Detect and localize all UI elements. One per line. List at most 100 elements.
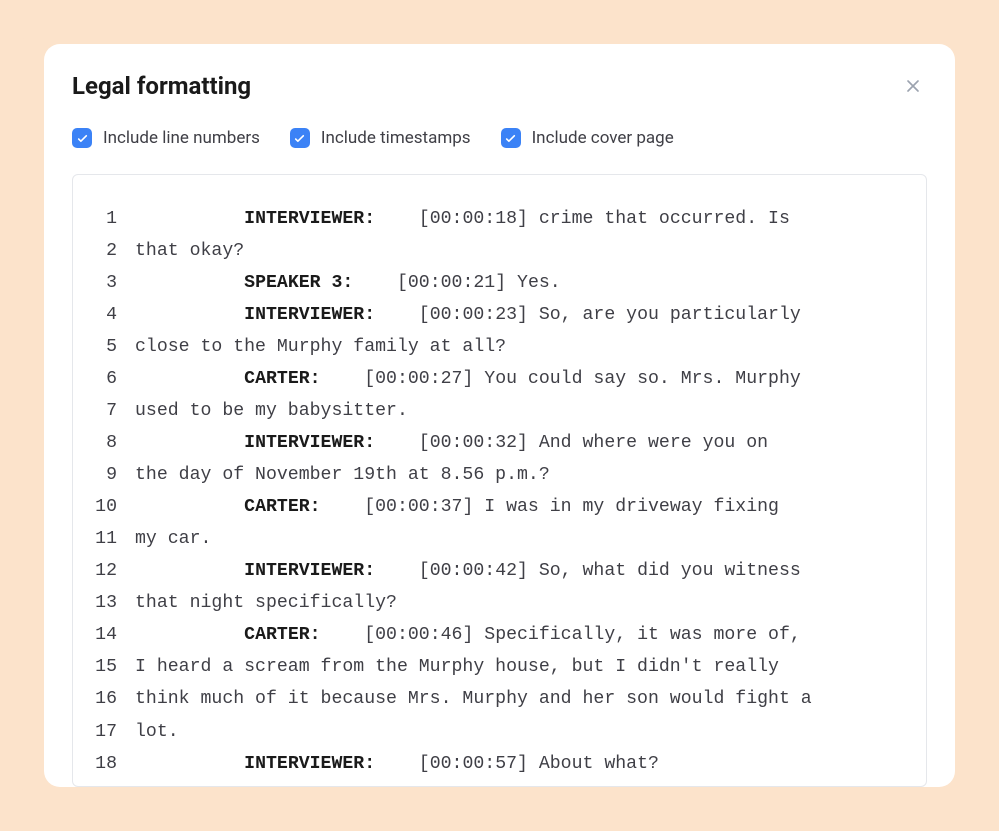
transcript-line: 16think much of it because Mrs. Murphy a… <box>93 683 906 715</box>
line-content: close to the Murphy family at all? <box>135 331 906 363</box>
speaker-name: INTERVIEWER: <box>244 433 375 453</box>
checkbox-include-timestamps[interactable]: Include timestamps <box>290 128 471 148</box>
speaker-name: INTERVIEWER: <box>244 209 375 229</box>
transcript-line: 9the day of November 19th at 8.56 p.m.? <box>93 459 906 491</box>
checkbox-box <box>290 128 310 148</box>
line-text: [00:00:27] You could say so. Mrs. Murphy <box>321 369 801 389</box>
line-number: 12 <box>93 555 135 587</box>
transcript-line: 13that night specifically? <box>93 587 906 619</box>
line-text: [00:00:57] About what? <box>375 754 659 774</box>
line-text: [00:00:23] So, are you particularly <box>375 305 801 325</box>
line-text: [00:00:37] I was in my driveway fixing <box>321 497 779 517</box>
line-text: [00:00:18] crime that occurred. Is <box>375 209 790 229</box>
line-number: 6 <box>93 363 135 395</box>
line-content: INTERVIEWER: [00:00:42] So, what did you… <box>135 555 906 587</box>
speaker-name: INTERVIEWER: <box>244 754 375 774</box>
transcript-line: 4 INTERVIEWER: [00:00:23] So, are you pa… <box>93 299 906 331</box>
speaker-name: INTERVIEWER: <box>244 561 375 581</box>
options-row: Include line numbers Include timestamps … <box>72 128 927 148</box>
checkbox-box <box>501 128 521 148</box>
close-icon <box>903 76 923 96</box>
check-icon <box>504 132 517 145</box>
line-content: the day of November 19th at 8.56 p.m.? <box>135 459 906 491</box>
line-number: 11 <box>93 523 135 555</box>
line-text: that okay? <box>135 241 244 261</box>
check-icon <box>293 132 306 145</box>
line-number: 5 <box>93 331 135 363</box>
checkbox-box <box>72 128 92 148</box>
transcript-line: 2that okay? <box>93 235 906 267</box>
checkbox-include-line-numbers[interactable]: Include line numbers <box>72 128 260 148</box>
transcript-line: 11my car. <box>93 523 906 555</box>
transcript-line: 6 CARTER: [00:00:27] You could say so. M… <box>93 363 906 395</box>
line-number: 2 <box>93 235 135 267</box>
transcript-line: 18 INTERVIEWER: [00:00:57] About what? <box>93 748 906 780</box>
checkbox-label: Include cover page <box>532 128 674 148</box>
speaker-name: CARTER: <box>244 369 320 389</box>
line-content: I heard a scream from the Murphy house, … <box>135 651 906 683</box>
line-content: CARTER: [00:00:27] You could say so. Mrs… <box>135 363 906 395</box>
line-text: the day of November 19th at 8.56 p.m.? <box>135 465 550 485</box>
legal-formatting-card: Legal formatting Include line numbers In… <box>44 44 955 787</box>
line-content: my car. <box>135 523 906 555</box>
speaker-name: CARTER: <box>244 497 320 517</box>
line-number: 4 <box>93 299 135 331</box>
transcript-line: 5close to the Murphy family at all? <box>93 331 906 363</box>
line-text: my car. <box>135 529 211 549</box>
line-content: CARTER: [00:00:46] Specifically, it was … <box>135 619 906 651</box>
checkbox-label: Include line numbers <box>103 128 260 148</box>
line-number: 7 <box>93 395 135 427</box>
line-text: [00:00:46] Specifically, it was more of, <box>321 625 801 645</box>
checkbox-include-cover-page[interactable]: Include cover page <box>501 128 674 148</box>
line-text: I heard a scream from the Murphy house, … <box>135 657 779 677</box>
line-text: think much of it because Mrs. Murphy and… <box>135 689 812 709</box>
transcript-line: 1 INTERVIEWER: [00:00:18] crime that occ… <box>93 203 906 235</box>
line-number: 1 <box>93 203 135 235</box>
outer-wrapper: Legal formatting Include line numbers In… <box>22 22 977 809</box>
transcript-line: 3 SPEAKER 3: [00:00:21] Yes. <box>93 267 906 299</box>
speaker-name: INTERVIEWER: <box>244 305 375 325</box>
line-number: 14 <box>93 619 135 651</box>
transcript-line: 7used to be my babysitter. <box>93 395 906 427</box>
line-number: 13 <box>93 587 135 619</box>
line-number: 3 <box>93 267 135 299</box>
line-text: [00:00:42] So, what did you witness <box>375 561 801 581</box>
checkbox-label: Include timestamps <box>321 128 471 148</box>
line-text: that night specifically? <box>135 593 397 613</box>
page-title: Legal formatting <box>72 72 251 100</box>
transcript-line: 10 CARTER: [00:00:37] I was in my drivew… <box>93 491 906 523</box>
speaker-name: CARTER: <box>244 625 320 645</box>
transcript-line: 14 CARTER: [00:00:46] Specifically, it w… <box>93 619 906 651</box>
line-number: 10 <box>93 491 135 523</box>
line-text: used to be my babysitter. <box>135 401 408 421</box>
line-text: lot. <box>135 722 179 742</box>
line-content: INTERVIEWER: [00:00:57] About what? <box>135 748 906 780</box>
line-content: INTERVIEWER: [00:00:23] So, are you part… <box>135 299 906 331</box>
speaker-name: SPEAKER 3: <box>244 273 353 293</box>
line-number: 9 <box>93 459 135 491</box>
line-content: used to be my babysitter. <box>135 395 906 427</box>
header: Legal formatting <box>72 72 927 100</box>
line-number: 18 <box>93 748 135 780</box>
line-content: think much of it because Mrs. Murphy and… <box>135 683 906 715</box>
line-content: INTERVIEWER: [00:00:32] And where were y… <box>135 427 906 459</box>
transcript-line: 15I heard a scream from the Murphy house… <box>93 651 906 683</box>
transcript-line: 17lot. <box>93 716 906 748</box>
line-number: 15 <box>93 651 135 683</box>
transcript-line: 12 INTERVIEWER: [00:00:42] So, what did … <box>93 555 906 587</box>
line-content: INTERVIEWER: [00:00:18] crime that occur… <box>135 203 906 235</box>
line-text: close to the Murphy family at all? <box>135 337 506 357</box>
line-number: 16 <box>93 683 135 715</box>
line-content: SPEAKER 3: [00:00:21] Yes. <box>135 267 906 299</box>
transcript-container: 1 INTERVIEWER: [00:00:18] crime that occ… <box>72 174 927 787</box>
line-content: lot. <box>135 716 906 748</box>
line-text: [00:00:21] Yes. <box>353 273 560 293</box>
line-content: that night specifically? <box>135 587 906 619</box>
line-content: CARTER: [00:00:37] I was in my driveway … <box>135 491 906 523</box>
line-number: 17 <box>93 716 135 748</box>
line-number: 8 <box>93 427 135 459</box>
check-icon <box>76 132 89 145</box>
close-button[interactable] <box>899 72 927 100</box>
line-text: [00:00:32] And where were you on <box>375 433 768 453</box>
line-content: that okay? <box>135 235 906 267</box>
